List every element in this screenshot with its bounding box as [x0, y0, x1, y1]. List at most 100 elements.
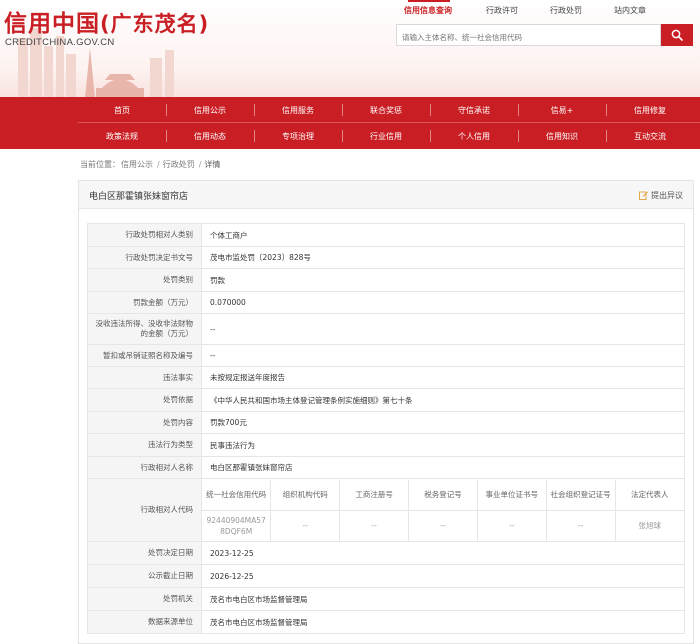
- code-subtable-cell: 统一社会信用代码 组织机构代码 工商注册号 税务登记号 事业单位证书号 社会组织…: [201, 478, 685, 542]
- field-value: 电白区那霍镇张妹窗帘店: [201, 456, 685, 479]
- nav-personal-credit[interactable]: 个人信用: [430, 123, 518, 149]
- table-row: 罚款金额（万元） 0.070000: [87, 291, 685, 314]
- breadcrumb-credit-publicity[interactable]: 信用公示: [121, 160, 153, 169]
- code-value: --: [270, 510, 340, 541]
- top-nav-site-articles[interactable]: 站内文章: [614, 5, 646, 16]
- breadcrumb-current: 详情: [204, 160, 221, 169]
- field-value: 《中华人民共和国市场主体登记管理条例实施细则》第七十条: [201, 388, 685, 412]
- code-header: 法定代表人: [614, 479, 684, 511]
- code-value: --: [339, 510, 409, 541]
- table-row: 行政处罚决定书文号 茂电市监处罚〔2023〕828号: [87, 246, 685, 269]
- field-value: --: [201, 313, 685, 345]
- table-row: 数据来源单位 茂名市电白区市场监督管理局: [87, 610, 685, 634]
- table-row: 处罚依据 《中华人民共和国市场主体登记管理条例实施细则》第七十条: [87, 388, 685, 412]
- breadcrumb-label: 当前位置：: [80, 160, 120, 169]
- breadcrumb-admin-penalty[interactable]: 行政处罚: [163, 160, 195, 169]
- page: 信用中国(广东茂名) CREDITCHINA.GOV.CN 信用信息查询 行政许…: [0, 0, 700, 644]
- breadcrumb-separator: /: [198, 160, 202, 169]
- breadcrumb-separator: /: [157, 160, 160, 169]
- field-value: 民事违法行为: [201, 433, 685, 457]
- search-icon: [671, 29, 683, 41]
- field-value: 2023-12-25: [201, 541, 685, 565]
- site-domain: CREDITCHINA.GOV.CN: [5, 37, 115, 48]
- code-header: 统一社会信用代码: [202, 479, 271, 511]
- field-label: 处罚决定日期: [87, 541, 202, 565]
- nav-credit-knowledge[interactable]: 信用知识: [518, 123, 606, 149]
- nav-trust-commitment[interactable]: 守信承诺: [430, 97, 518, 123]
- code-header: 组织机构代码: [270, 479, 340, 511]
- field-value: 茂名市电白区市场监督管理局: [201, 587, 685, 611]
- breadcrumb: 当前位置：信用公示 / 行政处罚 / 详情: [80, 159, 221, 170]
- nav-credit-service[interactable]: 信用服务: [254, 97, 342, 123]
- card-title: 电白区那霍镇张妹窗帘店: [89, 192, 189, 202]
- code-header: 事业单位证书号: [476, 479, 547, 511]
- table-row: 处罚内容 罚款700元: [87, 411, 685, 434]
- nav-credit-repair[interactable]: 信用修复: [606, 97, 694, 123]
- code-value: --: [408, 510, 478, 541]
- top-nav-credit-query[interactable]: 信用信息查询: [404, 5, 452, 16]
- nav-industry-credit[interactable]: 行业信用: [342, 123, 430, 149]
- code-value-row: 92440904MA578DQF6M -- -- -- -- -- 张旭球: [202, 510, 684, 541]
- nav-xinyi-plus[interactable]: 信易+: [518, 97, 606, 123]
- code-header-row: 统一社会信用代码 组织机构代码 工商注册号 税务登记号 事业单位证书号 社会组织…: [202, 479, 684, 511]
- active-tab-indicator: [408, 0, 450, 2]
- field-label: 违法行为类型: [87, 433, 202, 457]
- nav-home[interactable]: 首页: [78, 97, 166, 123]
- table-row: 没收违法所得、没收非法财物的金额（万元） --: [87, 313, 685, 345]
- nav-policy-laws[interactable]: 政策法规: [78, 123, 166, 149]
- nav-joint-reward-punish[interactable]: 联合奖惩: [342, 97, 430, 123]
- logo-main: 信用中国: [4, 11, 100, 37]
- table-row: 违法事实 未按规定报送年度报告: [87, 366, 685, 389]
- field-label: 公示截止日期: [87, 564, 202, 588]
- table-row: 行政处罚相对人类别 个体工商户: [87, 223, 685, 247]
- table-row: 处罚类别 罚款: [87, 268, 685, 292]
- search-box: [396, 24, 661, 48]
- site-logo-title[interactable]: 信用中国(广东茂名): [4, 4, 209, 38]
- field-value: 茂名市电白区市场监督管理局: [201, 610, 685, 634]
- table-row: 处罚机关 茂名市电白区市场监督管理局: [87, 587, 685, 611]
- main-nav-row-1: 首页 信用公示 信用服务 联合奖惩 守信承诺 信易+ 信用修复: [78, 97, 700, 123]
- nav-credit-publicity[interactable]: 信用公示: [166, 97, 254, 123]
- field-value: 茂电市监处罚〔2023〕828号: [201, 246, 685, 269]
- table-row: 违法行为类型 民事违法行为: [87, 433, 685, 457]
- field-label: 行政相对人代码: [87, 478, 202, 542]
- code-header: 税务登记号: [408, 479, 478, 511]
- field-label: 罚款金额（万元）: [87, 291, 202, 314]
- site-header: 信用中国(广东茂名) CREDITCHINA.GOV.CN 信用信息查询 行政许…: [0, 0, 700, 97]
- field-value: 罚款700元: [201, 411, 685, 434]
- field-value: 0.070000: [201, 291, 685, 314]
- field-label: 行政相对人名称: [87, 456, 202, 479]
- field-value: 个体工商户: [201, 223, 685, 247]
- code-value: --: [476, 510, 547, 541]
- search-input[interactable]: [397, 27, 660, 48]
- code-subtable: 统一社会信用代码 组织机构代码 工商注册号 税务登记号 事业单位证书号 社会组织…: [202, 479, 684, 541]
- main-nav: 首页 信用公示 信用服务 联合奖惩 守信承诺 信易+ 信用修复 政策法规 信用动…: [0, 97, 700, 149]
- field-label: 处罚类别: [87, 268, 202, 292]
- objection-button[interactable]: 提出异议: [639, 190, 683, 201]
- field-label: 行政处罚决定书文号: [87, 246, 202, 269]
- detail-card: 电白区那霍镇张妹窗帘店 提出异议 行政处罚相对人类别 个体工商户 行政处罚决定书文…: [78, 180, 694, 644]
- field-value: 未按规定报送年度报告: [201, 366, 685, 389]
- top-nav: 信用信息查询 行政许可 行政处罚 站内文章: [388, 0, 688, 22]
- field-label: 违法事实: [87, 366, 202, 389]
- search-button[interactable]: [661, 24, 693, 46]
- top-nav-admin-penalty[interactable]: 行政处罚: [550, 5, 582, 16]
- field-value: 2026-12-25: [201, 564, 685, 588]
- table-row: 公示截止日期 2026-12-25: [87, 564, 685, 588]
- field-label: 暂扣或吊销证照名称及编号: [87, 344, 202, 367]
- nav-interaction[interactable]: 互动交流: [606, 123, 694, 149]
- table-row: 暂扣或吊销证照名称及编号 --: [87, 344, 685, 367]
- top-nav-admin-license[interactable]: 行政许可: [486, 5, 518, 16]
- code-header: 工商注册号: [339, 479, 409, 511]
- penalty-detail-table: 行政处罚相对人类别 个体工商户 行政处罚决定书文号 茂电市监处罚〔2023〕828号…: [87, 223, 685, 634]
- table-row: 行政相对人名称 电白区那霍镇张妹窗帘店: [87, 456, 685, 479]
- table-row-codes: 行政相对人代码 统一社会信用代码 组织机构代码 工商注册号 税务登记号 事业单位…: [87, 478, 685, 542]
- card-header: 电白区那霍镇张妹窗帘店 提出异议: [79, 181, 693, 209]
- edit-icon: [639, 191, 648, 200]
- nav-credit-news[interactable]: 信用动态: [166, 123, 254, 149]
- main-nav-row-2: 政策法规 信用动态 专项治理 行业信用 个人信用 信用知识 互动交流: [78, 123, 700, 149]
- field-value: 罚款: [201, 268, 685, 292]
- field-label: 行政处罚相对人类别: [87, 223, 202, 247]
- nav-special-governance[interactable]: 专项治理: [254, 123, 342, 149]
- objection-label: 提出异议: [651, 191, 683, 200]
